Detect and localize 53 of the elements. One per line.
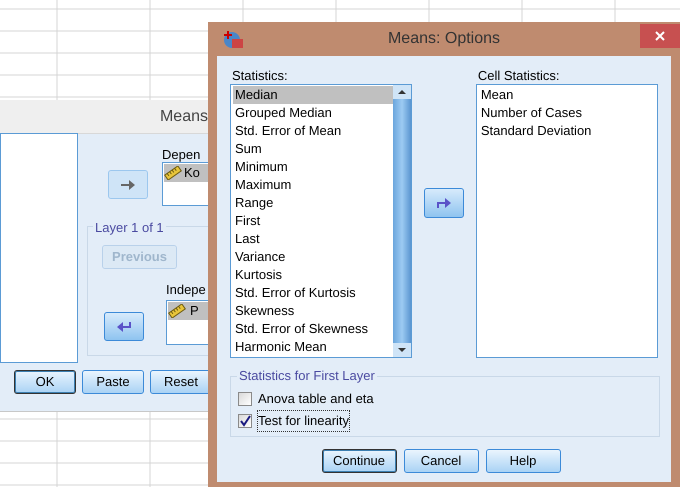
- dialog-button[interactable]: Continue: [322, 449, 396, 473]
- scroll-up-icon: [393, 85, 412, 99]
- right-arrow-icon: [436, 197, 452, 209]
- ruler-icon: [168, 304, 186, 318]
- list-item[interactable]: Harmonic Mean: [233, 338, 394, 356]
- list-item[interactable]: Std. Error of Skewness: [233, 320, 394, 338]
- app-icon: [222, 29, 244, 49]
- list-item[interactable]: Grouped Median: [233, 104, 394, 122]
- arrow-button[interactable]: [104, 312, 144, 341]
- list-item[interactable]: Skewness: [233, 302, 394, 320]
- window-title: Means: [160, 106, 209, 126]
- cell-statistics-list[interactable]: Mean Number of Cases Standard Deviation: [476, 84, 658, 358]
- close-icon: [655, 31, 665, 41]
- left-arrow-icon: [116, 320, 132, 332]
- arrow-button[interactable]: [108, 170, 148, 199]
- checkbox[interactable]: [238, 414, 252, 428]
- dialog-button[interactable]: OK: [14, 370, 76, 394]
- dialog-button[interactable]: Help: [486, 449, 560, 473]
- dependent-label: Depen: [162, 146, 200, 164]
- move-button[interactable]: [424, 188, 464, 218]
- list-item[interactable]: First: [233, 212, 394, 230]
- cell-statistics-label: Cell Statistics:: [478, 68, 560, 84]
- checkbox-option[interactable]: Anova table and eta: [238, 390, 659, 408]
- statistics-list[interactable]: Median Grouped Median Std. Error of Mean Sum Minimum Maximum Range First Last Variance Kurtosis Std. Error of Kurtosis Skewness Std. Error of Skewness Harmonic Mean: [230, 84, 412, 358]
- list-item[interactable]: Sum: [233, 140, 394, 158]
- check-icon: [239, 415, 251, 427]
- group-title: Statistics for First Layer: [237, 368, 377, 384]
- list-item[interactable]: Median: [233, 86, 394, 104]
- independent-label: Indepe: [166, 281, 206, 299]
- close-button[interactable]: [640, 24, 680, 48]
- list-item[interactable]: Last: [233, 230, 394, 248]
- list-item[interactable]: Number of Cases: [480, 104, 657, 122]
- window-title: Means: Options: [388, 29, 500, 49]
- list-item[interactable]: Standard Deviation: [480, 122, 657, 140]
- list-item[interactable]: Kurtosis: [233, 266, 394, 284]
- ruler-icon: [164, 166, 182, 180]
- list-item[interactable]: P: [190, 301, 199, 321]
- variable-list[interactable]: [0, 133, 78, 363]
- checkbox[interactable]: [238, 392, 252, 406]
- dialog-button[interactable]: Cancel: [404, 449, 478, 473]
- right-arrow-icon: [120, 178, 136, 190]
- dialog-button[interactable]: Paste: [82, 370, 144, 394]
- list-item[interactable]: Std. Error of Kurtosis: [233, 284, 394, 302]
- list-item[interactable]: Variance: [233, 248, 394, 266]
- checkbox-option[interactable]: Test for linearity: [238, 412, 659, 430]
- scroll-down-icon: [393, 343, 412, 357]
- list-item[interactable]: Std. Error of Mean: [233, 122, 394, 140]
- statistics-label: Statistics:: [232, 68, 289, 84]
- list-item[interactable]: Mean: [480, 86, 657, 104]
- list-item[interactable]: Range: [233, 194, 394, 212]
- list-item[interactable]: Maximum: [233, 176, 394, 194]
- scrollbar[interactable]: [393, 85, 412, 357]
- list-item[interactable]: Minimum: [233, 158, 394, 176]
